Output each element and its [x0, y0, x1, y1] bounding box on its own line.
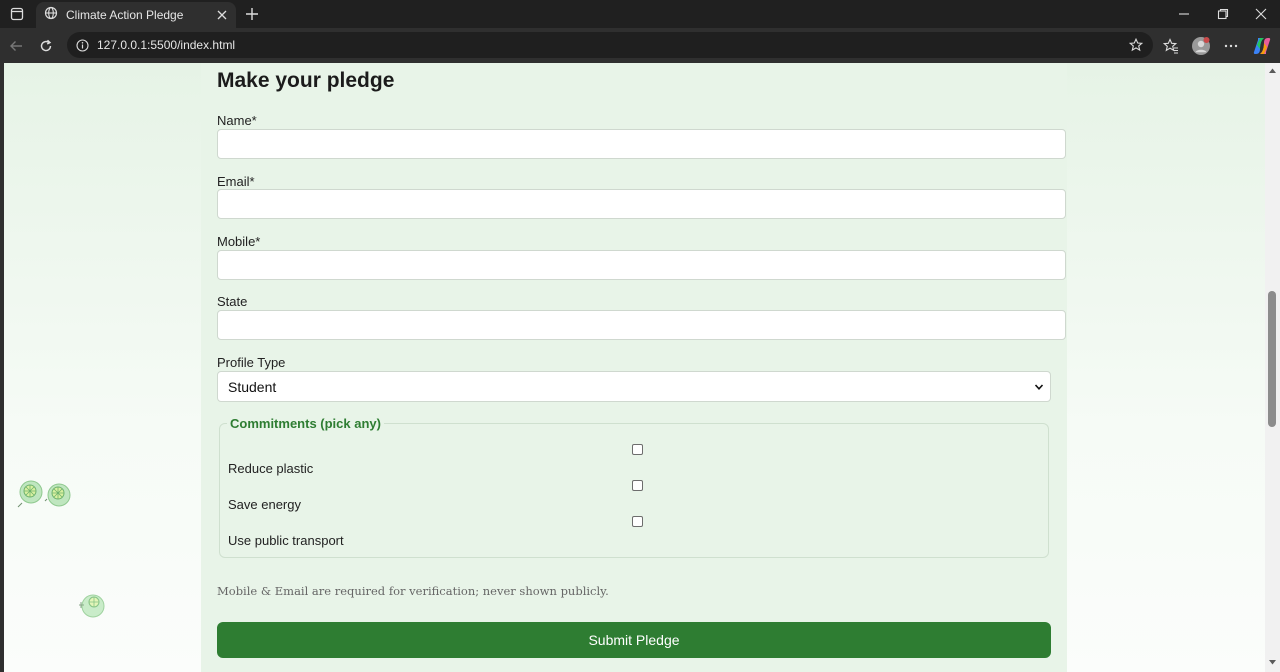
- reload-icon[interactable]: [35, 35, 57, 57]
- submit-pledge-button[interactable]: Submit Pledge: [217, 622, 1051, 658]
- reduce-plastic-label[interactable]: Reduce plastic: [228, 461, 313, 476]
- copilot-icon[interactable]: [1250, 34, 1274, 58]
- address-bar: 127.0.0.1:5500/index.html: [0, 28, 1280, 63]
- mobile-field[interactable]: [217, 250, 1066, 280]
- leaf-icon: [44, 479, 74, 516]
- profile-type-select[interactable]: Student: [217, 371, 1051, 402]
- page-title: Make your pledge: [217, 69, 395, 92]
- public-transport-label[interactable]: Use public transport: [228, 533, 344, 548]
- chevron-down-icon: [1034, 382, 1044, 392]
- globe-icon: [44, 6, 58, 25]
- close-window-icon[interactable]: [1248, 4, 1274, 24]
- privacy-note: Mobile & Email are required for verifica…: [217, 584, 609, 598]
- vertical-scrollbar[interactable]: [1265, 63, 1280, 672]
- close-icon[interactable]: [212, 5, 232, 25]
- plus-icon[interactable]: [242, 4, 262, 24]
- window-edge: [0, 63, 4, 672]
- tab-actions-icon[interactable]: [6, 4, 28, 24]
- url-text: 127.0.0.1:5500/index.html: [97, 38, 236, 52]
- reduce-plastic-checkbox[interactable]: [632, 444, 643, 455]
- leaf-icon: [16, 477, 46, 514]
- scrollbar-thumb[interactable]: [1268, 291, 1276, 427]
- scroll-down-icon[interactable]: [1268, 659, 1277, 666]
- browser-tab[interactable]: Climate Action Pledge: [36, 2, 236, 28]
- page-viewport: Make your pledge Name* Email* Mobile* St…: [0, 63, 1280, 672]
- info-icon[interactable]: [76, 38, 89, 52]
- profile-type-label: Profile Type: [217, 355, 286, 370]
- restore-icon[interactable]: [1210, 4, 1236, 24]
- state-field[interactable]: [217, 310, 1066, 340]
- state-label: State: [217, 294, 248, 309]
- email-field[interactable]: [217, 189, 1066, 219]
- name-field[interactable]: [217, 129, 1066, 159]
- favorites-icon[interactable]: [1159, 34, 1183, 58]
- commitments-legend: Commitments (pick any): [227, 416, 384, 431]
- scroll-up-icon[interactable]: [1268, 67, 1277, 74]
- tab-bar: Climate Action Pledge: [0, 0, 1280, 28]
- leaf-icon: [77, 591, 107, 626]
- more-icon[interactable]: [1219, 34, 1243, 58]
- email-label: Email*: [217, 174, 255, 189]
- save-energy-label[interactable]: Save energy: [228, 497, 301, 512]
- name-label: Name*: [217, 113, 257, 128]
- star-icon[interactable]: [1129, 38, 1143, 52]
- mobile-label: Mobile*: [217, 234, 261, 249]
- minimize-icon[interactable]: [1171, 4, 1197, 24]
- tab-title: Climate Action Pledge: [66, 8, 184, 22]
- profile-type-value: Student: [228, 378, 277, 395]
- save-energy-checkbox[interactable]: [632, 480, 643, 491]
- back-icon[interactable]: [5, 35, 27, 57]
- profile-icon[interactable]: [1189, 34, 1213, 58]
- public-transport-checkbox[interactable]: [632, 516, 643, 527]
- url-field[interactable]: 127.0.0.1:5500/index.html: [67, 32, 1153, 58]
